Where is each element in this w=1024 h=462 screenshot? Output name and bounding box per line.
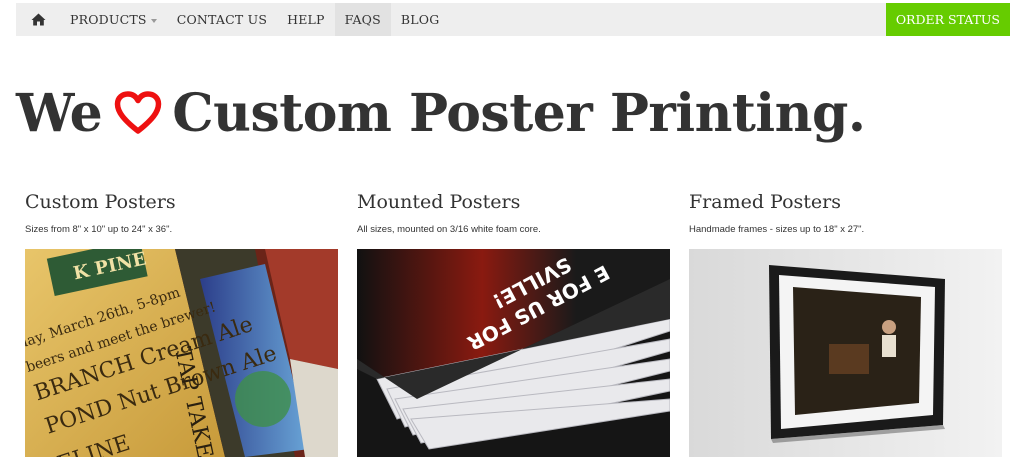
product-image-custom-posters[interactable]: K PINE day, March 26th, 5-8pm beers and … (25, 249, 338, 457)
hero-text-after: Custom Poster Printing. (172, 82, 866, 144)
product-description: All sizes, mounted on 3/16 white foam co… (357, 224, 541, 235)
order-status-button[interactable]: ORDER STATUS (885, 3, 1010, 36)
nav-faqs[interactable]: FAQS (334, 3, 391, 36)
home-icon (31, 13, 45, 26)
chevron-down-icon (150, 18, 157, 23)
nav-blog[interactable]: BLOG (391, 3, 450, 36)
product-mounted-posters: Mounted Posters All sizes, mounted on 3/… (357, 190, 670, 457)
product-title[interactable]: Custom Posters (25, 190, 338, 214)
nav-help[interactable]: HELP (277, 3, 335, 36)
nav-products[interactable]: PRODUCTS (60, 3, 167, 36)
product-custom-posters: Custom Posters Sizes from 8" x 10" up to… (25, 190, 338, 457)
nav-help-label: HELP (287, 12, 325, 27)
nav-faqs-label: FAQS (344, 12, 381, 27)
main-navbar: PRODUCTS CONTACT US HELP FAQS BLOG ORDER… (16, 3, 1010, 36)
nav-contact-us[interactable]: CONTACT US (167, 3, 277, 36)
product-title[interactable]: Framed Posters (689, 190, 1002, 214)
home-link[interactable] (16, 3, 60, 36)
heart-icon (114, 91, 162, 135)
nav-products-label: PRODUCTS (70, 12, 147, 27)
page-title: We Custom Poster Printing. (16, 78, 866, 148)
nav-blog-label: BLOG (400, 12, 440, 27)
product-title[interactable]: Mounted Posters (357, 190, 670, 214)
product-image-framed-posters[interactable] (689, 249, 1002, 457)
nav-contact-us-label: CONTACT US (176, 12, 268, 27)
product-description: Sizes from 8" x 10" up to 24" x 36". (25, 224, 173, 235)
product-description: Handmade frames - sizes up to 18" x 27". (689, 224, 865, 235)
product-framed-posters: Framed Posters Handmade frames - sizes u… (689, 190, 1002, 457)
order-status-label: ORDER STATUS (895, 12, 1000, 27)
hero-text-before: We (16, 82, 103, 144)
product-image-mounted-posters[interactable]: E FOR US FOR SVILLE! (357, 249, 670, 457)
